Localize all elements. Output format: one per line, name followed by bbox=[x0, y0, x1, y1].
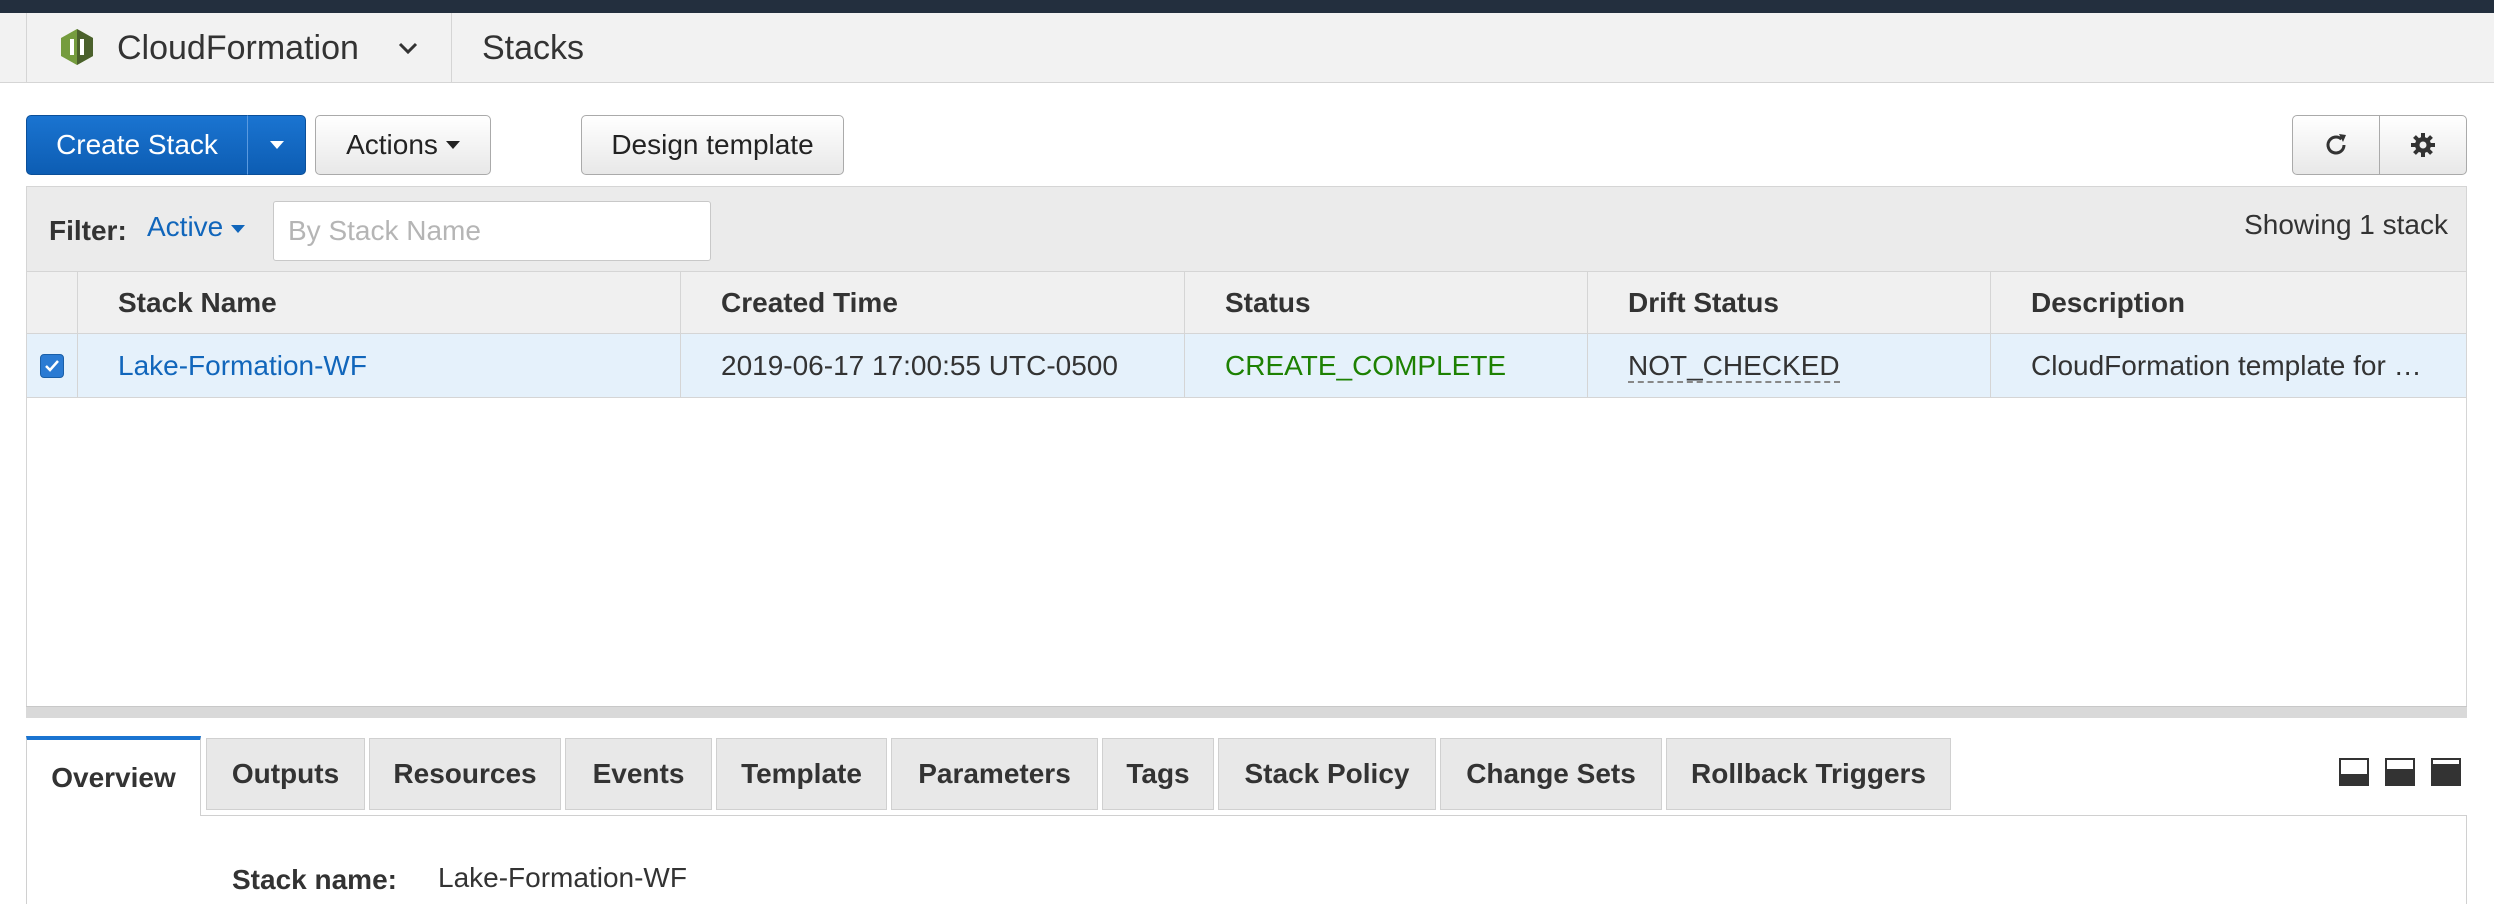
status-cell: CREATE_COMPLETE bbox=[1184, 334, 1587, 397]
column-header-description[interactable]: Description bbox=[1990, 272, 2468, 334]
tab-template[interactable]: Template bbox=[716, 738, 887, 810]
panel-layout-large-icon[interactable] bbox=[2431, 758, 2461, 786]
chevron-down-icon bbox=[398, 42, 418, 55]
tab-tags[interactable]: Tags bbox=[1102, 738, 1214, 810]
table-row[interactable]: Lake-Formation-WF 2019-06-17 17:00:55 UT… bbox=[27, 334, 2466, 398]
row-select-cell bbox=[27, 334, 77, 397]
panel-resize-handle[interactable] bbox=[26, 706, 2467, 718]
panel-layout-small-icon[interactable] bbox=[2339, 758, 2369, 786]
gear-icon bbox=[2411, 133, 2435, 157]
create-stack-dropdown-button[interactable] bbox=[247, 115, 306, 175]
tab-change-sets[interactable]: Change Sets bbox=[1440, 738, 1662, 810]
column-header-created-time[interactable]: Created Time bbox=[680, 272, 1184, 334]
description-cell: CloudFormation template for … bbox=[1990, 334, 2467, 397]
create-stack-button[interactable]: Create Stack bbox=[26, 115, 248, 175]
panel-layout-medium-icon[interactable] bbox=[2385, 758, 2415, 786]
checkmark-icon bbox=[45, 360, 59, 372]
filter-status-dropdown[interactable]: Active bbox=[147, 211, 246, 243]
created-time-cell: 2019-06-17 17:00:55 UTC-0500 bbox=[680, 334, 1184, 397]
page-title: Stacks bbox=[482, 29, 585, 67]
stack-name-filter-input[interactable] bbox=[273, 201, 711, 261]
drift-status-cell: NOT_CHECKED bbox=[1587, 334, 1990, 397]
filter-bar: Filter: Active Showing 1 stack bbox=[26, 186, 2467, 271]
refresh-button[interactable] bbox=[2292, 115, 2380, 175]
column-header-stack-name[interactable]: Stack Name bbox=[77, 272, 680, 334]
settings-button[interactable] bbox=[2379, 115, 2467, 175]
details-tabs: Overview Outputs Resources Events Templa… bbox=[26, 736, 2467, 816]
service-header: CloudFormation Stacks bbox=[0, 13, 2494, 83]
stack-name-value: Lake-Formation-WF bbox=[438, 862, 687, 893]
tab-divider bbox=[201, 815, 2467, 816]
panel-border-right bbox=[2466, 815, 2467, 904]
stack-name-link[interactable]: Lake-Formation-WF bbox=[77, 334, 680, 397]
tab-events[interactable]: Events bbox=[565, 738, 712, 810]
stacks-table: Stack Name Created Time Status Drift Sta… bbox=[26, 271, 2467, 707]
tab-parameters[interactable]: Parameters bbox=[891, 738, 1098, 810]
column-header-drift-status[interactable]: Drift Status bbox=[1587, 272, 1990, 334]
result-count: Showing 1 stack bbox=[2244, 209, 2448, 240]
tab-overview[interactable]: Overview bbox=[26, 736, 201, 816]
drift-status-value[interactable]: NOT_CHECKED bbox=[1628, 350, 1840, 383]
service-name: CloudFormation bbox=[117, 29, 359, 67]
tab-outputs[interactable]: Outputs bbox=[206, 738, 365, 810]
filter-label: Filter: bbox=[49, 215, 127, 246]
create-stack-label: Create Stack bbox=[56, 129, 218, 160]
caret-down-icon bbox=[231, 224, 246, 233]
refresh-icon bbox=[2326, 134, 2346, 155]
actions-label: Actions bbox=[346, 129, 438, 160]
actions-button[interactable]: Actions bbox=[315, 115, 491, 175]
tab-rollback-triggers[interactable]: Rollback Triggers bbox=[1666, 738, 1951, 810]
column-header-status[interactable]: Status bbox=[1184, 272, 1587, 334]
column-header-select bbox=[27, 272, 77, 334]
design-template-button[interactable]: Design template bbox=[581, 115, 844, 175]
filter-status-label: Active bbox=[147, 211, 224, 242]
cloudformation-logo-icon bbox=[61, 29, 93, 65]
row-checkbox[interactable] bbox=[40, 354, 64, 378]
stack-name-label: Stack name: bbox=[232, 864, 397, 895]
aws-top-nav-bar bbox=[0, 0, 2494, 13]
tab-resources[interactable]: Resources bbox=[369, 738, 561, 810]
panel-border-left bbox=[26, 815, 27, 904]
caret-down-icon bbox=[269, 141, 284, 149]
caret-down-icon bbox=[445, 141, 460, 149]
service-switcher[interactable]: CloudFormation bbox=[26, 13, 452, 83]
design-template-label: Design template bbox=[611, 129, 814, 160]
tab-stack-policy[interactable]: Stack Policy bbox=[1218, 738, 1436, 810]
table-header: Stack Name Created Time Status Drift Sta… bbox=[27, 271, 2466, 334]
